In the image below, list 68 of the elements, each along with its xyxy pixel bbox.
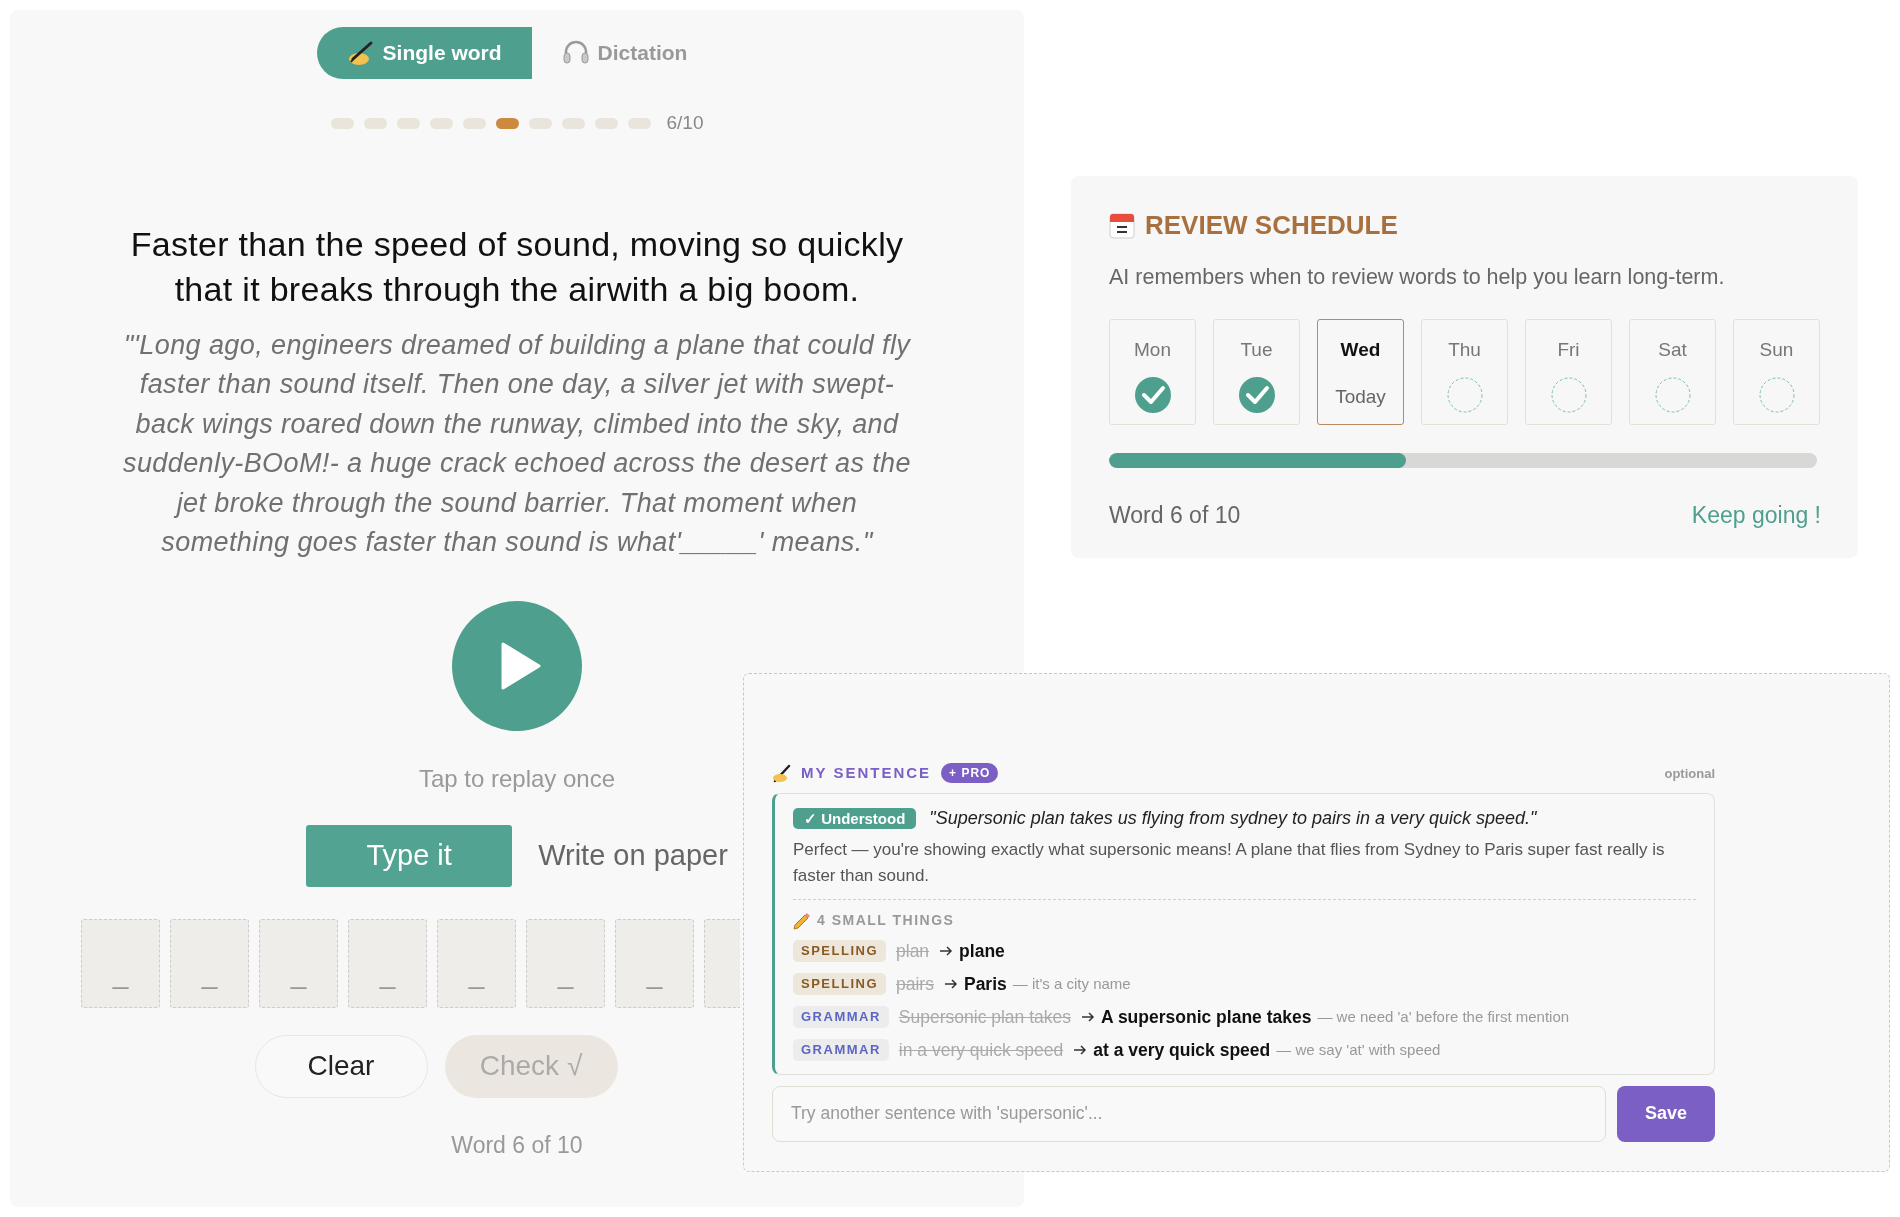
calendar-icon xyxy=(1109,211,1135,240)
correction-note: — it's a city name xyxy=(1012,973,1131,994)
wrong-text: in a very quick speed xyxy=(898,1039,1064,1063)
arrow-icon xyxy=(939,943,954,958)
letter-box[interactable]: _ xyxy=(170,918,249,1008)
sentence-input[interactable]: Try another sentence with 'supersonic'... xyxy=(772,1085,1606,1142)
day-label: Fri xyxy=(1557,338,1580,363)
action-button[interactable]: Clear xyxy=(254,1034,428,1098)
corrections-title: 4 SMALL THINGS xyxy=(817,910,955,930)
understood-badge: ✓ Understood xyxy=(793,807,917,829)
pencil-icon xyxy=(793,910,811,930)
correction-tag: GRAMMAR xyxy=(793,1006,889,1029)
day-note: Today xyxy=(1335,384,1386,409)
optional-label: optional xyxy=(1664,764,1715,783)
correction-tag: GRAMMAR xyxy=(793,1039,889,1062)
writing-hand-icon xyxy=(772,763,792,784)
day-card[interactable]: Wed Today xyxy=(1317,319,1404,426)
day-card[interactable]: Tue xyxy=(1213,319,1300,426)
play-icon xyxy=(501,641,541,690)
day-label: Mon xyxy=(1134,338,1171,363)
wrong-text: pairs xyxy=(896,972,934,996)
corrected-text: Paris xyxy=(963,972,1007,996)
correction-note: — we say 'at' with speed xyxy=(1276,1040,1441,1061)
day-label: Wed xyxy=(1340,338,1381,363)
day-card[interactable]: Mon xyxy=(1109,319,1196,426)
answer-mode-tab[interactable]: Write on paper xyxy=(538,824,728,887)
day-label: Sun xyxy=(1759,338,1794,363)
encouragement-text: Keep going ! xyxy=(1691,501,1821,531)
day-label: Thu xyxy=(1448,338,1481,363)
mode-tab[interactable]: Single word xyxy=(316,27,532,79)
day-card[interactable]: Thu xyxy=(1421,319,1508,426)
wrong-text: plan xyxy=(896,939,930,963)
replay-hint: Tap to replay once xyxy=(418,763,616,794)
correction-tag: SPELLING xyxy=(793,972,886,995)
letter-box[interactable]: _ xyxy=(348,918,427,1008)
letter-box[interactable]: _ xyxy=(437,918,516,1008)
day-card[interactable]: Sun xyxy=(1733,319,1820,426)
word-counter: Word 6 of 10 xyxy=(451,1130,583,1160)
pro-badge: + PRO xyxy=(941,763,999,784)
letter-box[interactable]: _ xyxy=(81,918,160,1008)
save-button[interactable]: Save xyxy=(1617,1085,1715,1142)
letter-box[interactable]: _ xyxy=(615,918,694,1008)
mode-tab[interactable]: Dictation xyxy=(531,27,718,79)
day-label: Sat xyxy=(1658,338,1687,363)
correction-tag: SPELLING xyxy=(793,939,886,962)
section-title: MY SENTENCE xyxy=(801,763,932,783)
answer-mode-tab[interactable]: Type it xyxy=(306,824,513,887)
day-card[interactable]: Sat xyxy=(1629,319,1716,426)
progress-text: Word 6 of 10 xyxy=(1109,501,1241,531)
definition-text: Faster than the speed of sound, moving so quickly that it breaks through the airwith a big boom. xyxy=(129,223,905,310)
writing-hand-icon xyxy=(346,39,375,67)
corrected-text: A supersonic plane takes xyxy=(1101,1006,1312,1029)
headphones-icon xyxy=(561,39,590,67)
correction-note: — we need 'a' before the first mention xyxy=(1317,1006,1570,1027)
sentence-quote: "Supersonic plan takes us flying from sydney to pairs in a very quick speed." xyxy=(929,806,1537,830)
review-title: REVIEW SCHEDULE xyxy=(1145,209,1398,242)
wrong-text: Supersonic plan takes xyxy=(898,1006,1072,1029)
feedback-message: Perfect — you're showing exactly what supersonic means! A plane that flies from Sydney to Paris super fast really is faster than sound. xyxy=(793,838,1666,887)
day-card[interactable]: Fri xyxy=(1525,319,1612,426)
letter-box[interactable]: _ xyxy=(526,918,605,1008)
day-label: Tue xyxy=(1240,338,1273,363)
review-subtitle: AI remembers when to review words to help you learn long-term. xyxy=(1109,264,1726,291)
corrected-text: at a very quick speed xyxy=(1093,1039,1271,1063)
letter-box[interactable]: _ xyxy=(259,918,338,1008)
corrected-text: plane xyxy=(959,939,1005,963)
progress-count: 6/10 xyxy=(666,111,704,135)
passage-text: "'Long ago, engineers dreamed of building a plane that could fly faster than sound itself. Then one day, a silver jet with swept-back wings roared down the runway, climbed into the sky, and suddenly-BOoM!- a huge crack echoed across the desert as the jet broke through the sound barrier. That moment when something goes faster than sound is what'_____' means." xyxy=(122,328,912,559)
arrow-icon xyxy=(943,976,958,991)
